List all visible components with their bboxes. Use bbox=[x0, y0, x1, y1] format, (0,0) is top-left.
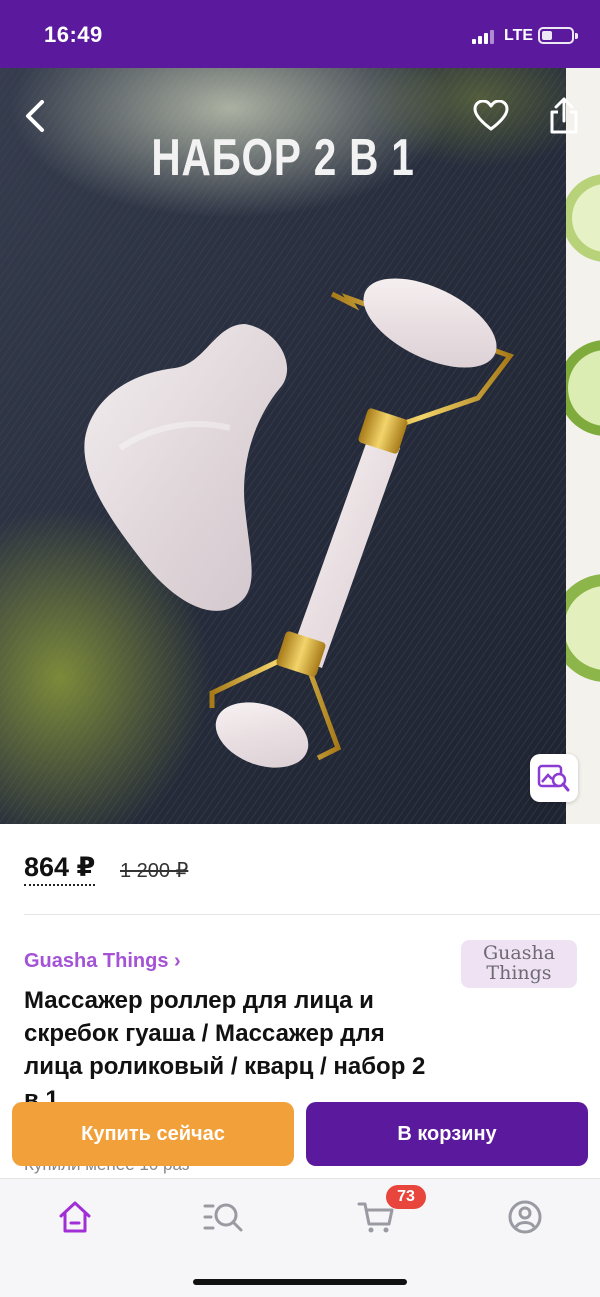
battery-icon bbox=[538, 27, 578, 44]
divider bbox=[24, 914, 600, 915]
seller-logo-line: Things bbox=[486, 962, 552, 984]
catalog-search-icon bbox=[203, 1203, 243, 1232]
favorite-button[interactable] bbox=[469, 94, 513, 138]
share-icon bbox=[550, 97, 578, 134]
tab-home[interactable] bbox=[53, 1195, 97, 1239]
product-gallery[interactable]: НАБОР 2 В 1 bbox=[0, 68, 600, 824]
seller-logo[interactable]: Guasha Things bbox=[461, 940, 577, 988]
signal-icon bbox=[472, 28, 496, 44]
image-search-icon bbox=[537, 764, 570, 792]
product-title: Массажер роллер для лица и скребок гуаша… bbox=[24, 987, 426, 1106]
profile-icon bbox=[508, 1200, 542, 1234]
chevron-left-icon bbox=[26, 100, 44, 132]
status-bar: 16:49 LTE bbox=[0, 0, 600, 68]
home-icon bbox=[59, 1201, 91, 1233]
cart-count-badge: 73 bbox=[386, 1185, 426, 1209]
tab-catalog[interactable] bbox=[202, 1195, 246, 1239]
old-price: 1 200 ₽ bbox=[120, 860, 189, 882]
seller-link[interactable]: Guasha Things › bbox=[24, 950, 181, 973]
add-to-cart-button[interactable]: В корзину bbox=[306, 1102, 588, 1166]
buy-now-button[interactable]: Купить сейчас bbox=[12, 1102, 294, 1166]
status-time: 16:49 bbox=[44, 22, 103, 47]
promo-text: НАБОР 2 В 1 bbox=[151, 129, 415, 187]
share-button[interactable] bbox=[542, 94, 586, 138]
seller-logo-line: Guasha bbox=[482, 942, 556, 964]
price-block: 864 ₽ 1 200 ₽ bbox=[24, 852, 188, 892]
tab-profile[interactable] bbox=[503, 1195, 547, 1239]
current-price[interactable]: 864 ₽ bbox=[24, 852, 96, 886]
next-photo-preview[interactable] bbox=[566, 68, 600, 824]
home-indicator[interactable] bbox=[193, 1279, 407, 1285]
network-label: LTE bbox=[504, 27, 534, 44]
visual-search-button[interactable] bbox=[530, 754, 578, 802]
heart-icon bbox=[473, 100, 509, 131]
back-button[interactable] bbox=[14, 94, 58, 138]
